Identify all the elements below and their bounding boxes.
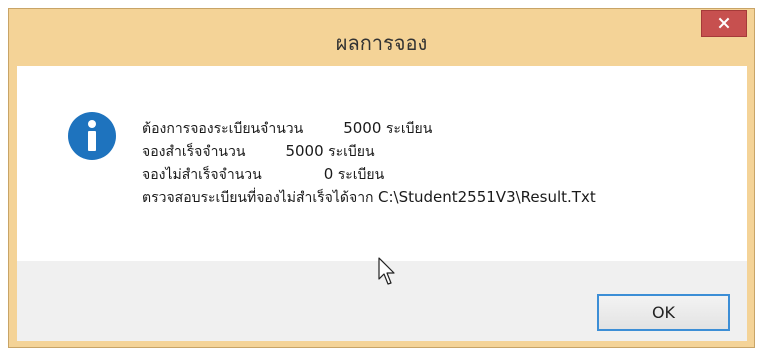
success-label: จองสำเร็จจำนวน [142, 144, 246, 160]
mouse-cursor-icon [378, 257, 395, 285]
failed-label: จองไม่สำเร็จจำนวน [142, 167, 262, 183]
info-icon [68, 112, 116, 160]
success-unit: ระเบียน [328, 144, 375, 160]
message-dialog: ผลการจอง ต้องการจองระเบียนจำนวน 5000 ระเบ… [8, 8, 755, 348]
message-text: ต้องการจองระเบียนจำนวน 5000 ระเบียน จองสำ… [142, 117, 596, 209]
failed-unit: ระเบียน [337, 167, 385, 183]
dialog-title: ผลการจอง [335, 31, 428, 55]
close-icon [718, 17, 730, 29]
failed-count: 0 [323, 165, 334, 183]
success-count: 5000 [285, 142, 324, 160]
close-button[interactable] [701, 10, 747, 37]
message-line-check: ตรวจสอบระเบียนที่จองไม่สำเร็จได้จาก C:\S… [142, 186, 596, 209]
title-bar[interactable]: ผลการจอง [9, 9, 754, 66]
message-line-requested: ต้องการจองระเบียนจำนวน 5000 ระเบียน [142, 117, 596, 140]
message-line-failed: จองไม่สำเร็จจำนวน 0 ระเบียน [142, 163, 596, 186]
dialog-content: ต้องการจองระเบียนจำนวน 5000 ระเบียน จองสำ… [17, 66, 747, 261]
requested-unit: ระเบียน [385, 121, 433, 137]
requested-count: 5000 [343, 119, 382, 137]
ok-button[interactable]: OK [597, 294, 730, 331]
check-label: ตรวจสอบระเบียนที่จองไม่สำเร็จได้จาก [142, 190, 374, 206]
message-line-success: จองสำเร็จจำนวน 5000 ระเบียน [142, 140, 596, 163]
requested-label: ต้องการจองระเบียนจำนวน [142, 121, 304, 137]
result-file-path: C:\Student2551V3\Result.Txt [378, 188, 596, 206]
